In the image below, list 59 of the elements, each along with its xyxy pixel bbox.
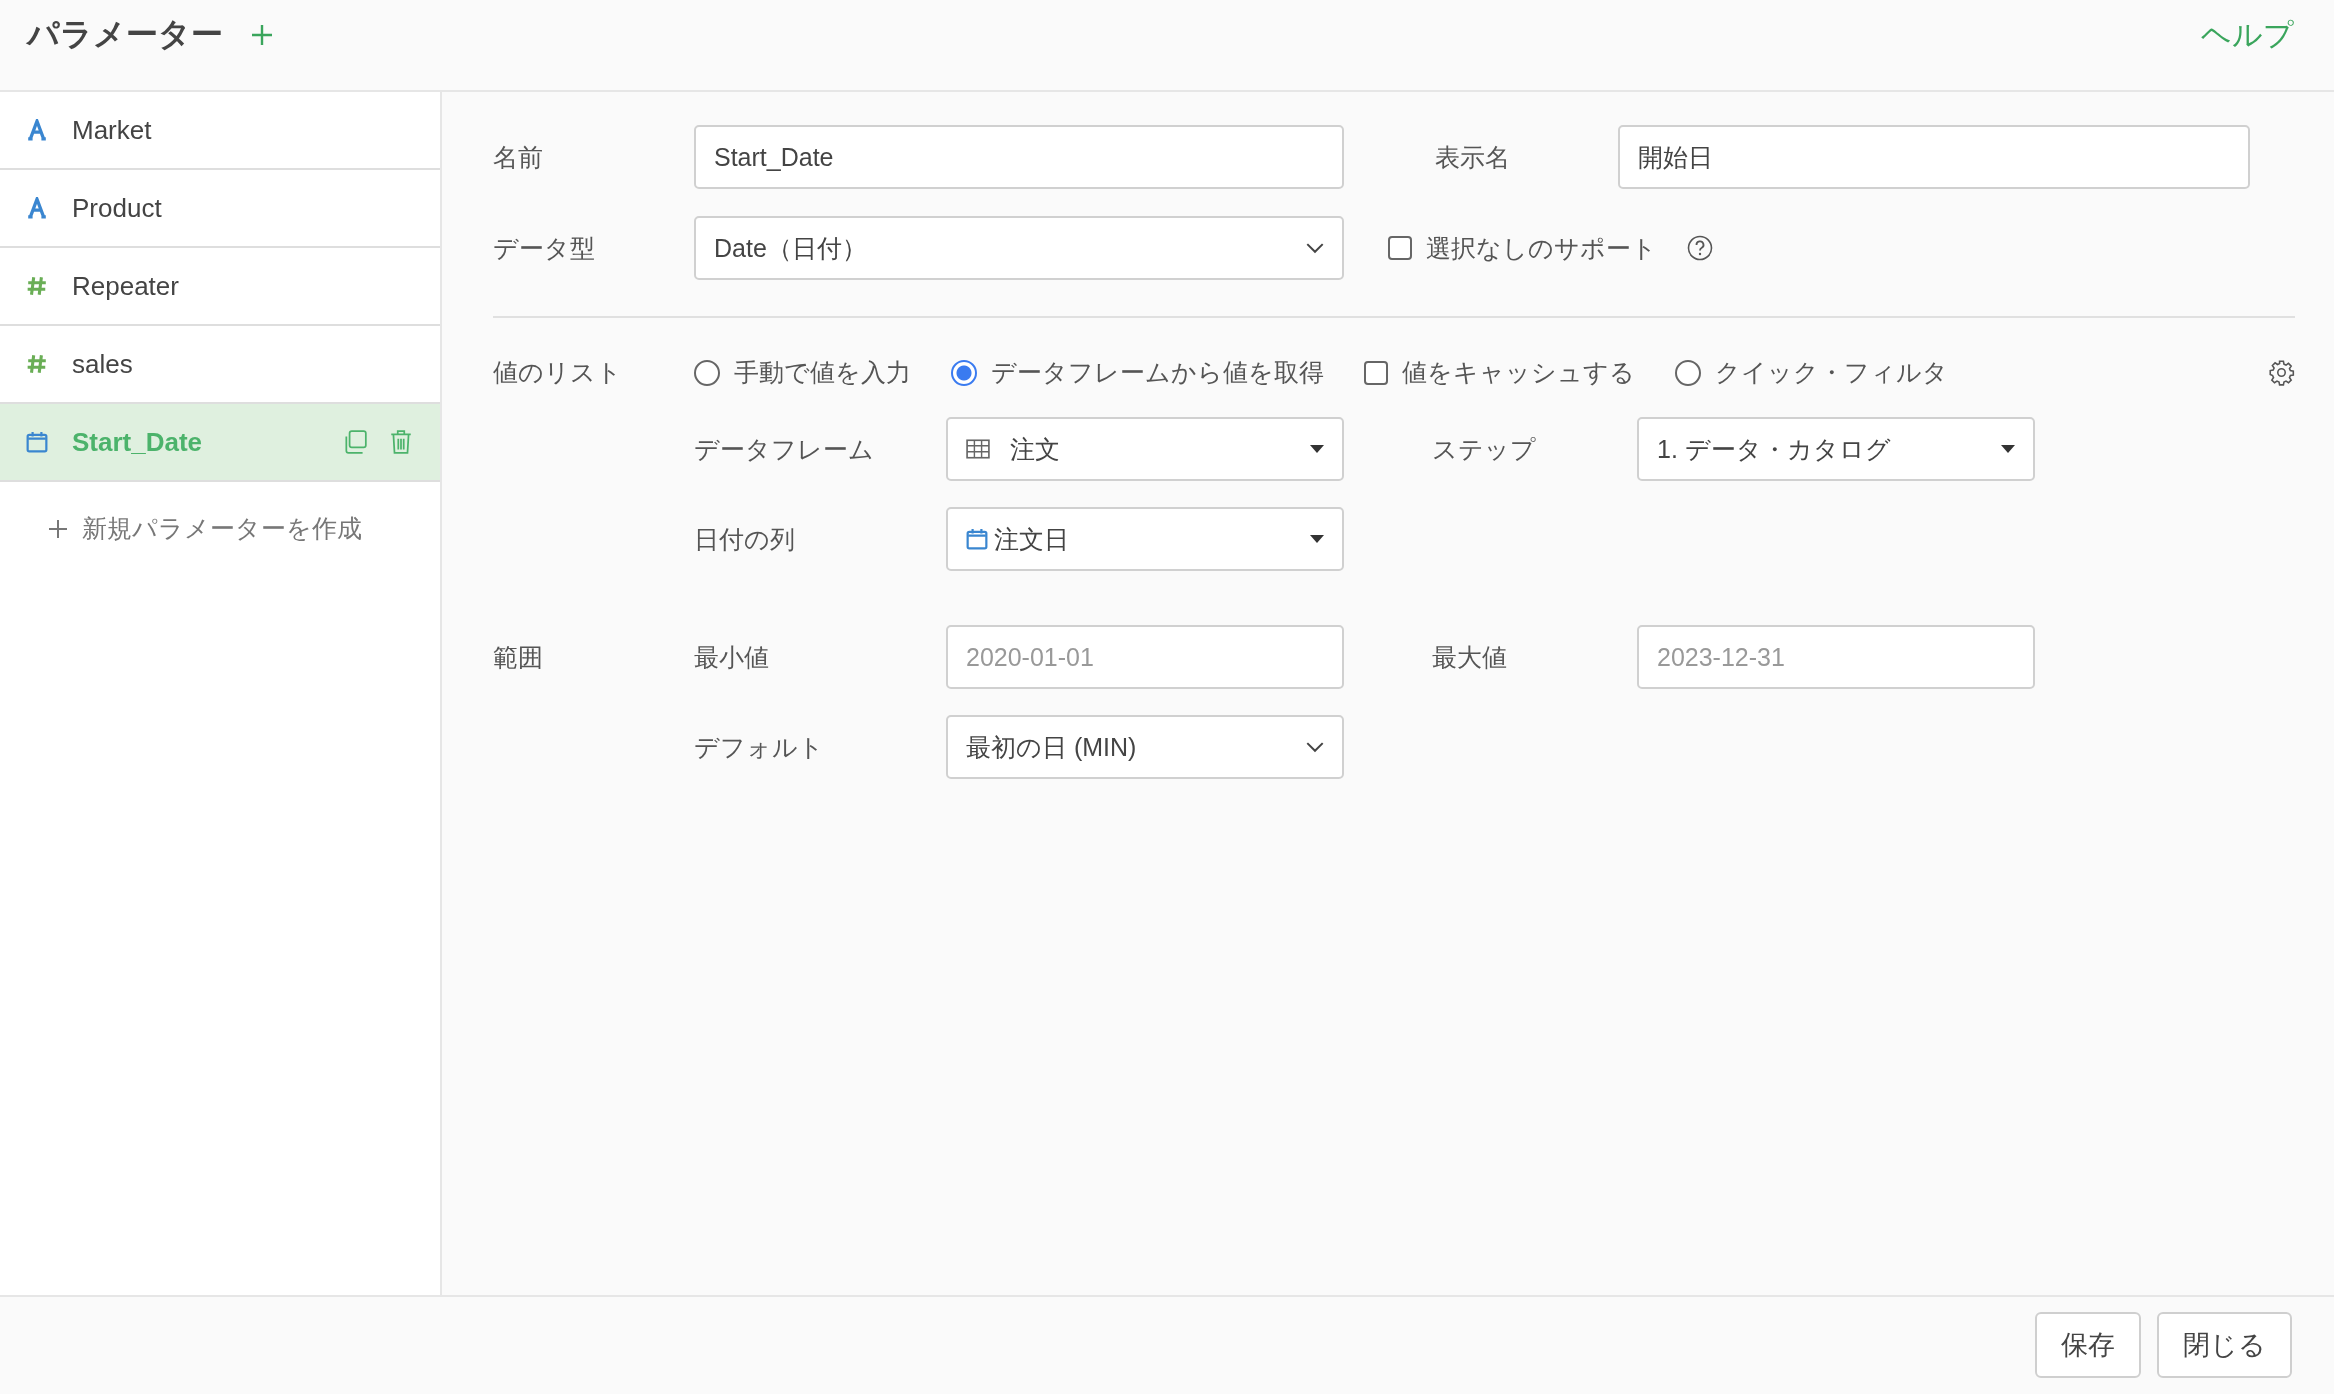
new-parameter-link[interactable]: 新規パラメーターを作成 [0,482,440,545]
page-title: パラメーター [27,15,223,54]
radio-button[interactable] [1675,359,1701,386]
field-label: 最大値 [1432,641,1508,673]
radio-button[interactable] [694,359,720,386]
field-label: 日付の列 [694,523,796,555]
max-value-field[interactable]: 2023-12-31 [1637,625,2035,689]
help-icon[interactable] [1687,235,1713,261]
field-label: データ型 [493,232,596,264]
new-parameter-label: 新規パラメーターを作成 [82,513,362,544]
parameter-name: sales [72,348,134,380]
sidebar-item[interactable]: Product [0,170,440,248]
option-label: 手動で値を入力 [734,357,911,388]
option-label: クイック・フィルタ [1715,357,1948,388]
footer-button[interactable]: 閉じる [2157,1311,2292,1378]
add-icon[interactable] [251,24,273,46]
display-name-field[interactable]: 開始日 [1618,125,2250,189]
date-column-dropdown[interactable]: 注文日 [946,507,1344,571]
field-label: 表示名 [1435,141,1511,173]
field-label: ステップ [1432,433,1537,465]
chevron-icon [1306,741,1324,753]
calendar-icon [26,431,48,453]
sidebar-item[interactable]: Market [0,92,440,170]
default-dropdown[interactable]: 最初の日 (MIN) [946,715,1344,779]
parameter-name: Repeater [72,270,180,302]
sidebar-item[interactable]: Repeater [0,248,440,326]
chevron-icon [1306,242,1324,254]
step-dropdown[interactable]: 1. データ・カタログ [1637,417,2035,481]
min-value-field[interactable]: 2020-01-01 [946,625,1344,689]
hash-icon [26,275,48,297]
option-label: 値をキャッシュする [1402,357,1635,388]
footer-button[interactable]: 保存 [2035,1311,2141,1378]
parameter-name: Market [72,114,153,146]
field-label: データフレーム [694,433,875,465]
text-type-icon [26,197,48,219]
checkbox[interactable] [1388,236,1412,260]
field-label: 値のリスト [493,357,623,388]
data-type-dropdown[interactable]: Date（日付） [694,216,1344,280]
caret-icon [1310,535,1324,543]
field-label: 最小値 [694,641,770,673]
calendar-icon [966,528,988,550]
dataframe-dropdown[interactable]: 注文 [946,417,1344,481]
hash-icon [26,353,48,375]
caret-icon [2001,445,2015,453]
checkbox[interactable] [1364,360,1388,385]
caret-icon [1310,445,1324,453]
settings-icon[interactable] [2268,359,2295,386]
field-label: デフォルト [694,731,825,763]
parameter-name: Product [72,192,163,224]
table-icon [966,439,990,459]
parameter-name: Start_Date [72,426,204,458]
field-label: 範囲 [493,641,544,673]
name-field[interactable]: Start_Date [694,125,1344,189]
option-label: データフレームから値を取得 [991,357,1324,388]
radio-button[interactable] [951,359,977,386]
text-type-icon [26,119,48,141]
checkbox-label: 選択なしのサポート [1426,232,1657,264]
field-label: 名前 [493,141,544,173]
plus-icon [48,518,68,539]
